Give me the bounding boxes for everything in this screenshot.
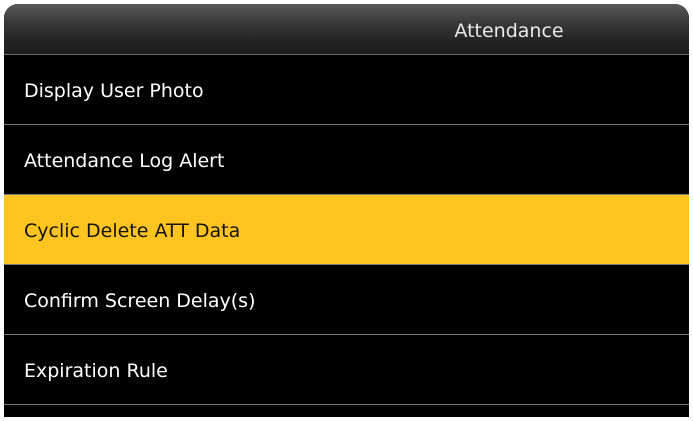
menu-item-confirm-screen-delay[interactable]: Confirm Screen Delay(s) <box>4 265 689 335</box>
menu-item-label: Attendance Log Alert <box>24 150 225 172</box>
menu-item-label: Expiration Rule <box>24 360 168 382</box>
menu-item-expiration-rule[interactable]: Expiration Rule <box>4 335 689 405</box>
menu-item-label: Confirm Screen Delay(s) <box>24 290 256 312</box>
attendance-menu: Display User Photo Attendance Log Alert … <box>4 55 689 405</box>
device-screen: Attendance Display User Photo Attendance… <box>4 4 689 417</box>
header-bar: Attendance <box>4 4 689 55</box>
page-title: Attendance <box>454 20 564 42</box>
menu-item-label: Display User Photo <box>24 80 204 102</box>
menu-item-cyclic-delete-att-data[interactable]: Cyclic Delete ATT Data <box>4 195 689 265</box>
menu-item-display-user-photo[interactable]: Display User Photo <box>4 55 689 125</box>
menu-item-label: Cyclic Delete ATT Data <box>24 220 241 242</box>
menu-item-attendance-log-alert[interactable]: Attendance Log Alert <box>4 125 689 195</box>
